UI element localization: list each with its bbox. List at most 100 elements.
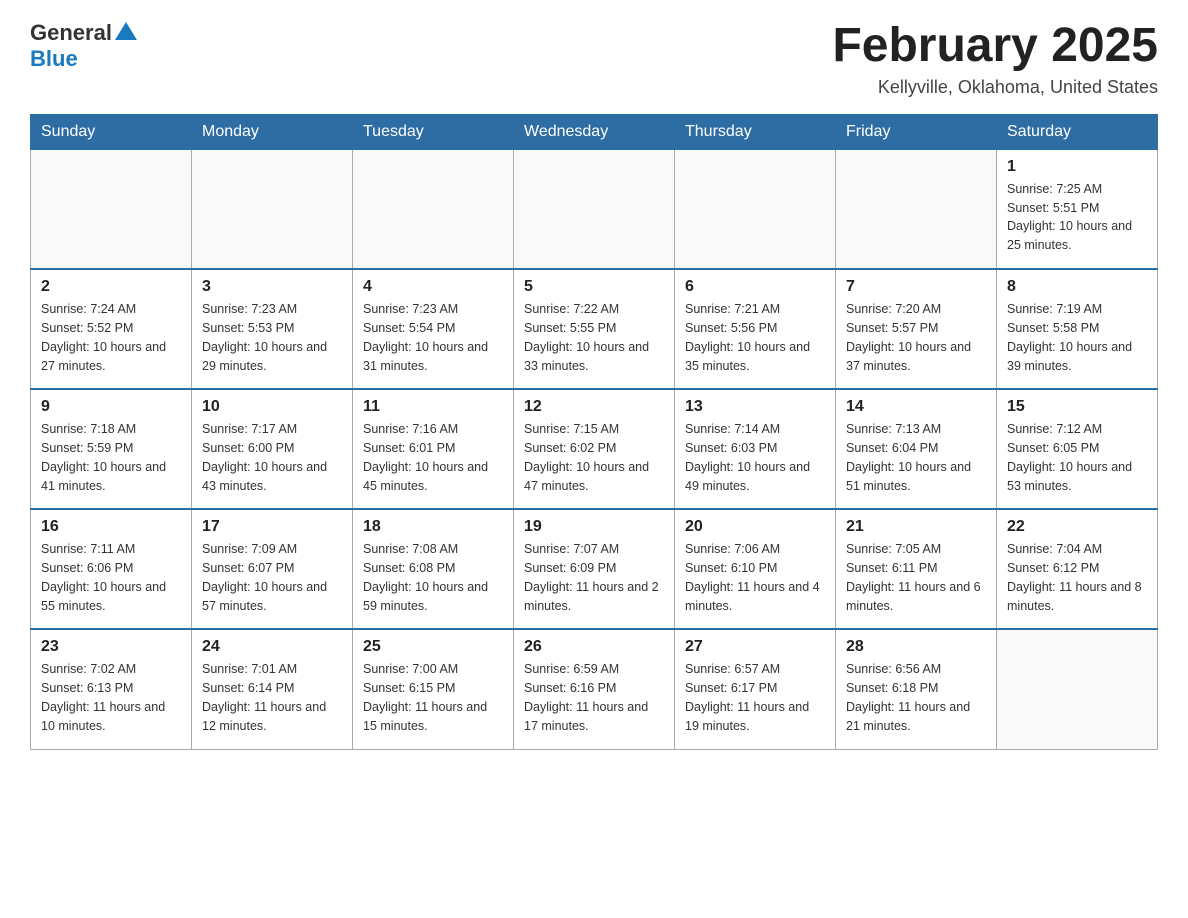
calendar-subtitle: Kellyville, Oklahoma, United States	[832, 77, 1158, 98]
calendar-day-cell: 20 Sunrise: 7:06 AMSunset: 6:10 PMDayligh…	[675, 509, 836, 629]
day-info: Sunrise: 7:04 AMSunset: 6:12 PMDaylight:…	[1007, 540, 1147, 615]
day-number: 21	[846, 518, 986, 536]
calendar-day-cell: 25 Sunrise: 7:00 AMSunset: 6:15 PMDayligh…	[353, 629, 514, 749]
calendar-day-cell	[836, 149, 997, 269]
day-info: Sunrise: 7:13 AMSunset: 6:04 PMDaylight:…	[846, 420, 986, 495]
day-number: 14	[846, 398, 986, 416]
day-info: Sunrise: 7:02 AMSunset: 6:13 PMDaylight:…	[41, 660, 181, 735]
day-info: Sunrise: 7:00 AMSunset: 6:15 PMDaylight:…	[363, 660, 503, 735]
calendar-day-cell	[353, 149, 514, 269]
calendar-day-cell: 13 Sunrise: 7:14 AMSunset: 6:03 PMDayligh…	[675, 389, 836, 509]
day-number: 19	[524, 518, 664, 536]
day-info: Sunrise: 7:15 AMSunset: 6:02 PMDaylight:…	[524, 420, 664, 495]
day-info: Sunrise: 7:23 AMSunset: 5:53 PMDaylight:…	[202, 300, 342, 375]
calendar-day-cell: 22 Sunrise: 7:04 AMSunset: 6:12 PMDayligh…	[997, 509, 1158, 629]
day-info: Sunrise: 7:22 AMSunset: 5:55 PMDaylight:…	[524, 300, 664, 375]
header-sunday: Sunday	[31, 114, 192, 149]
day-info: Sunrise: 7:09 AMSunset: 6:07 PMDaylight:…	[202, 540, 342, 615]
calendar-day-cell: 24 Sunrise: 7:01 AMSunset: 6:14 PMDayligh…	[192, 629, 353, 749]
day-number: 27	[685, 638, 825, 656]
day-info: Sunrise: 7:24 AMSunset: 5:52 PMDaylight:…	[41, 300, 181, 375]
day-number: 10	[202, 398, 342, 416]
title-area: February 2025 Kellyville, Oklahoma, Unit…	[832, 20, 1158, 98]
day-info: Sunrise: 7:06 AMSunset: 6:10 PMDaylight:…	[685, 540, 825, 615]
calendar-day-cell: 23Sunrise: 7:02 AMSunset: 6:13 PMDayligh…	[31, 629, 192, 749]
calendar-day-cell	[192, 149, 353, 269]
calendar-day-cell	[675, 149, 836, 269]
calendar-day-cell: 15Sunrise: 7:12 AMSunset: 6:05 PMDayligh…	[997, 389, 1158, 509]
day-info: Sunrise: 6:56 AMSunset: 6:18 PMDaylight:…	[846, 660, 986, 735]
day-number: 8	[1007, 278, 1147, 296]
day-number: 25	[363, 638, 503, 656]
calendar-day-cell	[31, 149, 192, 269]
logo-text-blue: Blue	[30, 46, 78, 71]
calendar-day-cell: 8 Sunrise: 7:19 AMSunset: 5:58 PMDaylight…	[997, 269, 1158, 389]
day-info: Sunrise: 7:21 AMSunset: 5:56 PMDaylight:…	[685, 300, 825, 375]
day-number: 22	[1007, 518, 1147, 536]
calendar-day-cell: 11 Sunrise: 7:16 AMSunset: 6:01 PMDayligh…	[353, 389, 514, 509]
logo-triangle-icon	[115, 20, 137, 42]
day-number: 11	[363, 398, 503, 416]
day-info: Sunrise: 7:14 AMSunset: 6:03 PMDaylight:…	[685, 420, 825, 495]
calendar-day-cell: 19Sunrise: 7:07 AMSunset: 6:09 PMDayligh…	[514, 509, 675, 629]
day-number: 16	[41, 518, 181, 536]
day-info: Sunrise: 6:59 AMSunset: 6:16 PMDaylight:…	[524, 660, 664, 735]
calendar-day-cell	[514, 149, 675, 269]
day-number: 7	[846, 278, 986, 296]
calendar-day-cell: 16 Sunrise: 7:11 AMSunset: 6:06 PMDayligh…	[31, 509, 192, 629]
calendar-day-cell: 2 Sunrise: 7:24 AMSunset: 5:52 PMDaylight…	[31, 269, 192, 389]
day-number: 9	[41, 398, 181, 416]
calendar-day-cell: 5 Sunrise: 7:22 AMSunset: 5:55 PMDaylight…	[514, 269, 675, 389]
day-number: 2	[41, 278, 181, 296]
calendar-day-cell: 18 Sunrise: 7:08 AMSunset: 6:08 PMDayligh…	[353, 509, 514, 629]
day-number: 17	[202, 518, 342, 536]
day-info: Sunrise: 7:11 AMSunset: 6:06 PMDaylight:…	[41, 540, 181, 615]
header-saturday: Saturday	[997, 114, 1158, 149]
day-info: Sunrise: 7:19 AMSunset: 5:58 PMDaylight:…	[1007, 300, 1147, 375]
header-monday: Monday	[192, 114, 353, 149]
day-number: 13	[685, 398, 825, 416]
calendar-day-cell: 26Sunrise: 6:59 AMSunset: 6:16 PMDayligh…	[514, 629, 675, 749]
day-number: 24	[202, 638, 342, 656]
day-number: 1	[1007, 158, 1147, 176]
calendar-day-cell: 28Sunrise: 6:56 AMSunset: 6:18 PMDayligh…	[836, 629, 997, 749]
day-number: 18	[363, 518, 503, 536]
day-info: Sunrise: 7:20 AMSunset: 5:57 PMDaylight:…	[846, 300, 986, 375]
calendar-day-cell: 21 Sunrise: 7:05 AMSunset: 6:11 PMDayligh…	[836, 509, 997, 629]
day-number: 12	[524, 398, 664, 416]
calendar-week-row: 16 Sunrise: 7:11 AMSunset: 6:06 PMDayligh…	[31, 509, 1158, 629]
calendar-table: SundayMondayTuesdayWednesdayThursdayFrid…	[30, 114, 1158, 750]
calendar-day-cell: 9 Sunrise: 7:18 AMSunset: 5:59 PMDaylight…	[31, 389, 192, 509]
day-info: Sunrise: 7:16 AMSunset: 6:01 PMDaylight:…	[363, 420, 503, 495]
calendar-day-cell: 7 Sunrise: 7:20 AMSunset: 5:57 PMDaylight…	[836, 269, 997, 389]
calendar-title: February 2025	[832, 20, 1158, 73]
day-info: Sunrise: 7:23 AMSunset: 5:54 PMDaylight:…	[363, 300, 503, 375]
calendar-day-cell	[997, 629, 1158, 749]
day-info: Sunrise: 7:05 AMSunset: 6:11 PMDaylight:…	[846, 540, 986, 615]
header-wednesday: Wednesday	[514, 114, 675, 149]
calendar-day-cell: 3Sunrise: 7:23 AMSunset: 5:53 PMDaylight…	[192, 269, 353, 389]
day-number: 15	[1007, 398, 1147, 416]
calendar-week-row: 9 Sunrise: 7:18 AMSunset: 5:59 PMDaylight…	[31, 389, 1158, 509]
calendar-week-row: 23Sunrise: 7:02 AMSunset: 6:13 PMDayligh…	[31, 629, 1158, 749]
calendar-day-cell: 6 Sunrise: 7:21 AMSunset: 5:56 PMDaylight…	[675, 269, 836, 389]
calendar-day-cell: 4 Sunrise: 7:23 AMSunset: 5:54 PMDaylight…	[353, 269, 514, 389]
calendar-header-row: SundayMondayTuesdayWednesdayThursdayFrid…	[31, 114, 1158, 149]
day-info: Sunrise: 6:57 AMSunset: 6:17 PMDaylight:…	[685, 660, 825, 735]
day-number: 6	[685, 278, 825, 296]
logo-text-general: General	[30, 21, 112, 45]
day-number: 4	[363, 278, 503, 296]
calendar-day-cell: 27 Sunrise: 6:57 AMSunset: 6:17 PMDayligh…	[675, 629, 836, 749]
day-number: 20	[685, 518, 825, 536]
day-number: 5	[524, 278, 664, 296]
calendar-week-row: 1Sunrise: 7:25 AMSunset: 5:51 PMDaylight…	[31, 149, 1158, 269]
day-info: Sunrise: 7:08 AMSunset: 6:08 PMDaylight:…	[363, 540, 503, 615]
calendar-day-cell: 1Sunrise: 7:25 AMSunset: 5:51 PMDaylight…	[997, 149, 1158, 269]
day-info: Sunrise: 7:01 AMSunset: 6:14 PMDaylight:…	[202, 660, 342, 735]
day-info: Sunrise: 7:18 AMSunset: 5:59 PMDaylight:…	[41, 420, 181, 495]
calendar-day-cell: 14 Sunrise: 7:13 AMSunset: 6:04 PMDayligh…	[836, 389, 997, 509]
header-tuesday: Tuesday	[353, 114, 514, 149]
day-info: Sunrise: 7:17 AMSunset: 6:00 PMDaylight:…	[202, 420, 342, 495]
header-friday: Friday	[836, 114, 997, 149]
calendar-day-cell: 17 Sunrise: 7:09 AMSunset: 6:07 PMDayligh…	[192, 509, 353, 629]
